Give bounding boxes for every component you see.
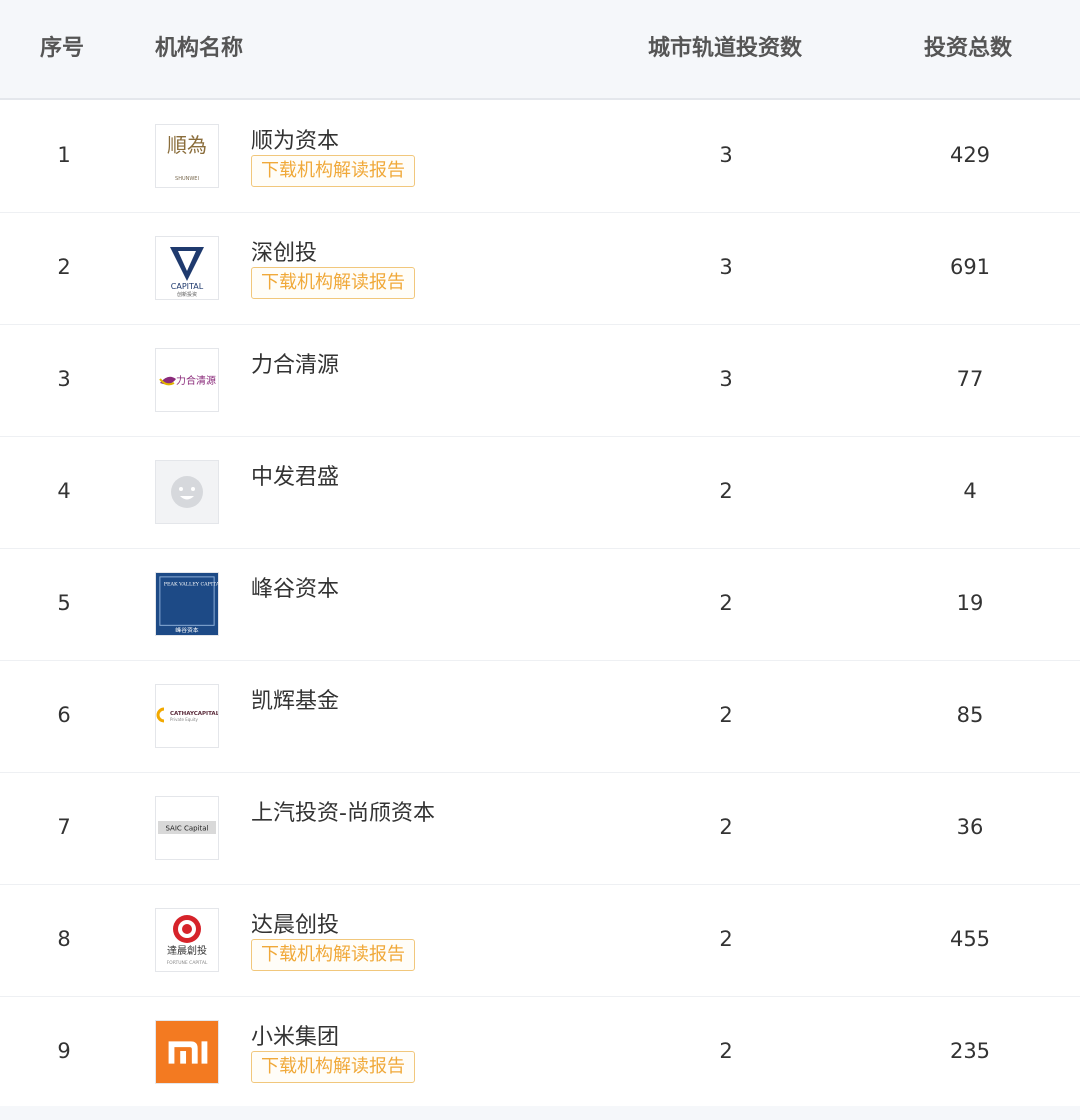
rail-investment-count: 3 <box>719 367 733 391</box>
total-investment-count: 429 <box>949 143 991 167</box>
svg-text:创新投资: 创新投资 <box>177 291 197 298</box>
total-investment-count: 235 <box>949 1039 991 1063</box>
column-header-index: 序号 <box>40 36 85 61</box>
row-index: 1 <box>57 143 71 167</box>
shunwei-logo-icon: 順為 SHUNWEI <box>155 124 219 188</box>
download-report-button[interactable]: 下载机构解读报告 <box>251 939 415 971</box>
svg-text:達晨創投: 達晨創投 <box>167 944 207 957</box>
rail-investment-count: 3 <box>719 143 733 167</box>
organization-name[interactable]: 顺为资本 <box>251 123 339 155</box>
table-row[interactable]: 4 中发君盛 2 4 <box>0 437 1080 549</box>
organization-name[interactable]: 上汽投资-尚颀资本 <box>251 795 435 827</box>
peak-valley-logo-icon: PEAK VALLEY CAPITAL 峰谷资本 <box>155 572 219 636</box>
table-row[interactable]: 3 力合清源 力合清源 3 77 <box>0 325 1080 437</box>
svg-text:SHUNWEI: SHUNWEI <box>175 176 199 182</box>
column-header-name: 机构名称 <box>155 36 244 61</box>
total-investment-count: 85 <box>956 703 984 727</box>
row-index: 3 <box>57 367 71 391</box>
rail-investment-count: 2 <box>719 1039 733 1063</box>
total-investment-count: 455 <box>949 927 991 951</box>
organization-name[interactable]: 小米集团 <box>251 1019 339 1051</box>
svg-text:CAPITAL: CAPITAL <box>171 282 204 291</box>
rail-investment-count: 2 <box>719 591 733 615</box>
fortune-capital-logo-icon: 達晨創投 FORTUNE CAPITAL <box>155 908 219 972</box>
column-header-total: 投资总数 <box>924 36 1013 61</box>
table-row[interactable]: 7 SAIC Capital 上汽投资-尚颀资本 2 36 <box>0 773 1080 885</box>
table-header: 序号 机构名称 城市轨道投资数 投资总数 <box>0 0 1080 100</box>
placeholder-avatar-icon <box>155 460 219 524</box>
download-report-button[interactable]: 下载机构解读报告 <box>251 1051 415 1083</box>
table-row[interactable]: 8 達晨創投 FORTUNE CAPITAL 达晨创投 下载机构解读报告 2 4… <box>0 885 1080 997</box>
table-row[interactable]: 1 順為 SHUNWEI 顺为资本 下载机构解读报告 3 429 <box>0 101 1080 213</box>
organization-name[interactable]: 凯辉基金 <box>251 683 339 715</box>
total-investment-count: 77 <box>956 367 984 391</box>
organization-name[interactable]: 中发君盛 <box>251 459 339 491</box>
table-row[interactable]: 5 PEAK VALLEY CAPITAL 峰谷资本 峰谷资本 2 19 <box>0 549 1080 661</box>
row-index: 8 <box>57 927 71 951</box>
row-index: 9 <box>57 1039 71 1063</box>
rail-investment-count: 2 <box>719 703 733 727</box>
table-row[interactable]: 6 CATHAYCAPITAL Private Equity 凯辉基金 2 85 <box>0 661 1080 773</box>
svg-text:PEAK VALLEY CAPITAL: PEAK VALLEY CAPITAL <box>164 582 218 588</box>
row-index: 6 <box>57 703 71 727</box>
rail-investment-count: 2 <box>719 927 733 951</box>
svg-text:FORTUNE CAPITAL: FORTUNE CAPITAL <box>167 960 208 966</box>
table-row[interactable]: 9 小米集团 下载机构解读报告 2 235 <box>0 997 1080 1109</box>
row-index: 5 <box>57 591 71 615</box>
total-investment-count: 4 <box>963 479 977 503</box>
organization-name[interactable]: 峰谷资本 <box>251 571 339 603</box>
rail-investment-count: 2 <box>719 479 733 503</box>
row-index: 2 <box>57 255 71 279</box>
investor-ranking-table: 序号 机构名称 城市轨道投资数 投资总数 1 順為 SHUNWEI 顺为资本 下… <box>0 0 1080 1120</box>
download-report-button[interactable]: 下载机构解读报告 <box>251 267 415 299</box>
organization-name[interactable]: 达晨创投 <box>251 907 339 939</box>
total-investment-count: 691 <box>949 255 991 279</box>
svg-text:峰谷资本: 峰谷资本 <box>175 626 198 634</box>
row-index: 4 <box>57 479 71 503</box>
svg-text:順為: 順為 <box>167 133 207 157</box>
lihe-qingyuan-logo-icon: 力合清源 <box>155 348 219 412</box>
download-report-button[interactable]: 下载机构解读报告 <box>251 155 415 187</box>
saic-capital-logo-icon: SAIC Capital <box>155 796 219 860</box>
svg-text:Private Equity: Private Equity <box>170 717 198 722</box>
total-investment-count: 36 <box>956 815 984 839</box>
organization-name[interactable]: 深创投 <box>251 235 317 267</box>
table-row[interactable]: 2 CAPITAL 创新投资 深创投 下载机构解读报告 3 691 <box>0 213 1080 325</box>
svg-text:力合清源: 力合清源 <box>176 374 216 387</box>
xiaomi-logo-icon <box>155 1020 219 1084</box>
column-header-rail-count: 城市轨道投资数 <box>648 36 803 61</box>
organization-name[interactable]: 力合清源 <box>251 347 339 379</box>
row-index: 7 <box>57 815 71 839</box>
rail-investment-count: 2 <box>719 815 733 839</box>
cathay-capital-logo-icon: CATHAYCAPITAL Private Equity <box>155 684 219 748</box>
rail-investment-count: 3 <box>719 255 733 279</box>
svg-text:SAIC Capital: SAIC Capital <box>165 825 208 833</box>
shenchuangtou-logo-icon: CAPITAL 创新投资 <box>155 236 219 300</box>
total-investment-count: 19 <box>956 591 984 615</box>
table-footer-strip <box>0 1106 1080 1120</box>
